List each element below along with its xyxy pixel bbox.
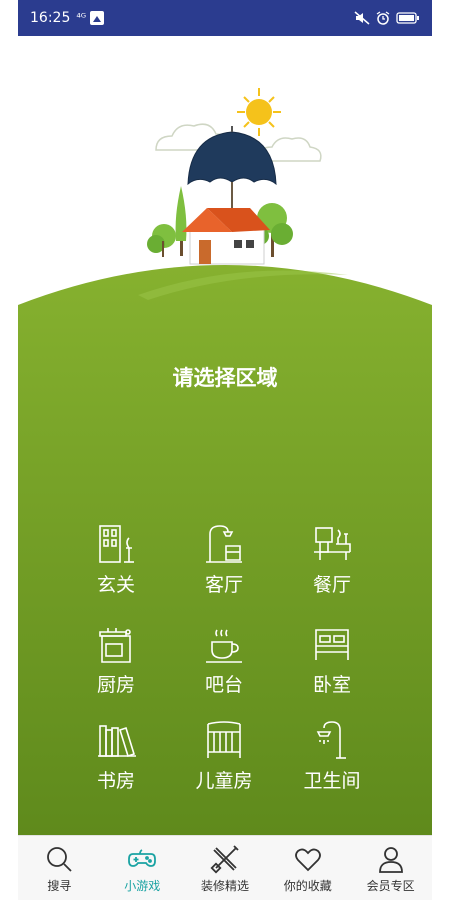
region-bathroom[interactable]: 卫生间	[278, 718, 386, 808]
region-kitchen[interactable]: 厨房	[62, 622, 170, 712]
region-living-room[interactable]: 客厅	[170, 522, 278, 612]
nav-favorites[interactable]: 你的收藏	[266, 836, 349, 900]
region-label: 客厅	[204, 574, 243, 596]
signal-text-icon: ⁴ᴳ	[76, 11, 87, 24]
shower-icon	[316, 721, 346, 759]
region-label: 玄关	[96, 574, 135, 596]
region-label: 书房	[96, 770, 135, 792]
bottom-nav: 搜寻 小游戏 装修精选 你的收藏 会员专区	[18, 835, 432, 900]
search-icon	[47, 847, 73, 872]
region-label: 餐厅	[312, 574, 351, 596]
region-label: 卧室	[312, 674, 351, 696]
mute-icon	[354, 11, 370, 25]
crib-icon	[207, 721, 241, 758]
books-icon	[98, 725, 136, 758]
region-label: 吧台	[204, 674, 243, 696]
nav-decoration[interactable]: 装修精选	[184, 836, 267, 900]
image-icon	[90, 11, 105, 25]
tree-left-icon	[147, 186, 187, 257]
region-label: 儿童房	[195, 770, 253, 792]
entrance-icon	[99, 525, 134, 563]
user-icon	[378, 847, 403, 873]
region-label: 厨房	[96, 674, 135, 696]
region-dining[interactable]: 餐厅	[278, 522, 386, 612]
status-bar: 16:25 ⁴ᴳ	[18, 0, 432, 36]
region-label: 卫生间	[303, 770, 361, 792]
status-time: 16:25	[30, 10, 71, 26]
page-title: 请选择区域	[172, 366, 278, 390]
nav-member[interactable]: 会员专区	[349, 836, 432, 900]
battery-icon	[396, 12, 419, 24]
nav-label-member: 会员专区	[366, 879, 415, 893]
heart-icon	[294, 848, 321, 872]
sun-icon	[237, 88, 281, 136]
app-screen: 16:25 ⁴ᴳ 请选择区域 玄关 客厅 餐厅 厨房 吧台 卧室 书房 儿童房 …	[18, 0, 432, 900]
nav-label-mini-game: 小游戏	[124, 879, 161, 893]
region-kids-room[interactable]: 儿童房	[170, 718, 278, 808]
kitchen-stove-icon	[99, 628, 131, 663]
nav-label-decoration: 装修精选	[200, 879, 249, 893]
tools-icon	[210, 845, 239, 874]
region-entrance[interactable]: 玄关	[62, 522, 170, 612]
nav-mini-game[interactable]: 小游戏	[101, 836, 184, 900]
region-bedroom[interactable]: 卧室	[278, 622, 386, 712]
coffee-cup-icon	[206, 629, 242, 663]
nav-label-favorites: 你的收藏	[283, 879, 332, 893]
nav-search[interactable]: 搜寻	[18, 836, 101, 900]
alarm-icon	[376, 11, 390, 25]
bed-icon	[315, 629, 349, 660]
gamepad-icon	[128, 849, 157, 867]
region-study[interactable]: 书房	[62, 718, 170, 808]
living-room-lamp-icon	[206, 525, 242, 563]
region-bar[interactable]: 吧台	[170, 622, 278, 712]
nav-label-search: 搜寻	[47, 879, 72, 893]
dining-icon	[314, 527, 351, 560]
